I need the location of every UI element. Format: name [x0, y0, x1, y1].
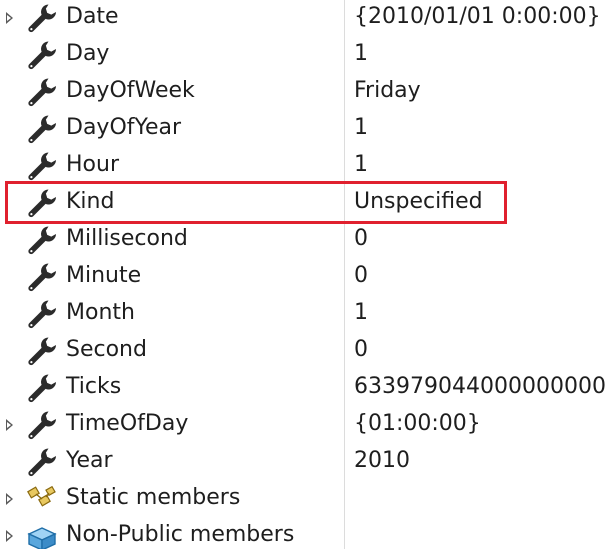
expand-arrow-icon[interactable]	[6, 493, 13, 505]
expand-arrow-icon[interactable]	[6, 530, 13, 542]
wrench-icon	[28, 300, 56, 329]
property-row-month[interactable]: Month 1	[0, 296, 610, 333]
property-row-ticks[interactable]: Ticks 633979044000000000	[0, 370, 610, 407]
property-row-date[interactable]: Date {2010/01/01 0:00:00}	[0, 0, 610, 37]
wrench-icon	[28, 263, 56, 292]
property-name: TimeOfDay	[66, 411, 189, 436]
wrench-icon	[28, 337, 56, 366]
group-row-static-members[interactable]: Static members	[0, 481, 610, 518]
non-public-members-icon	[27, 527, 57, 549]
property-value: 1	[354, 115, 368, 140]
property-name: DayOfYear	[66, 115, 182, 140]
property-name: Ticks	[66, 374, 122, 399]
property-name: Millisecond	[66, 226, 188, 251]
group-name: Non-Public members	[66, 522, 295, 547]
property-row-dayofyear[interactable]: DayOfYear 1	[0, 111, 610, 148]
property-name: Month	[66, 300, 135, 325]
watch-window-grid: Date {2010/01/01 0:00:00} Day 1 DayOfWee…	[0, 0, 610, 549]
property-value: 0	[354, 263, 368, 288]
property-row-second[interactable]: Second 0	[0, 333, 610, 370]
property-value: Friday	[354, 78, 421, 103]
wrench-icon	[28, 448, 56, 477]
property-row-minute[interactable]: Minute 0	[0, 259, 610, 296]
property-row-year[interactable]: Year 2010	[0, 444, 610, 481]
expand-arrow-icon[interactable]	[6, 419, 13, 431]
property-value: {01:00:00}	[354, 411, 481, 436]
property-name: Day	[66, 41, 110, 66]
property-name: DayOfWeek	[66, 78, 195, 103]
group-name: Static members	[66, 485, 241, 510]
property-row-millisecond[interactable]: Millisecond 0	[0, 222, 610, 259]
static-members-icon	[27, 485, 56, 507]
property-row-hour[interactable]: Hour 1	[0, 148, 610, 185]
property-value: 1	[354, 41, 368, 66]
wrench-icon	[28, 78, 56, 107]
expand-arrow-icon[interactable]	[6, 12, 13, 24]
group-row-non-public-members[interactable]: Non-Public members	[0, 518, 610, 549]
property-name: Second	[66, 337, 147, 362]
property-value: 1	[354, 152, 368, 177]
property-name: Date	[66, 4, 119, 29]
property-value: 2010	[354, 448, 410, 473]
wrench-icon	[28, 226, 56, 255]
wrench-icon	[28, 115, 56, 144]
property-value: 0	[354, 226, 368, 251]
property-name: Kind	[66, 189, 115, 214]
wrench-icon	[28, 374, 56, 403]
wrench-icon	[28, 152, 56, 181]
property-name: Year	[66, 448, 113, 473]
property-row-day[interactable]: Day 1	[0, 37, 610, 74]
property-value: {2010/01/01 0:00:00}	[354, 4, 601, 29]
property-value: 1	[354, 300, 368, 325]
property-value: 633979044000000000	[354, 374, 606, 399]
property-row-timeofday[interactable]: TimeOfDay {01:00:00}	[0, 407, 610, 444]
property-name: Hour	[66, 152, 119, 177]
property-value: Unspecified	[354, 189, 483, 214]
property-name: Minute	[66, 263, 142, 288]
wrench-icon	[28, 189, 56, 218]
wrench-icon	[28, 4, 56, 33]
wrench-icon	[28, 411, 56, 440]
property-row-kind[interactable]: Kind Unspecified	[0, 185, 610, 222]
property-value: 0	[354, 337, 368, 362]
property-row-dayofweek[interactable]: DayOfWeek Friday	[0, 74, 610, 111]
wrench-icon	[28, 41, 56, 70]
